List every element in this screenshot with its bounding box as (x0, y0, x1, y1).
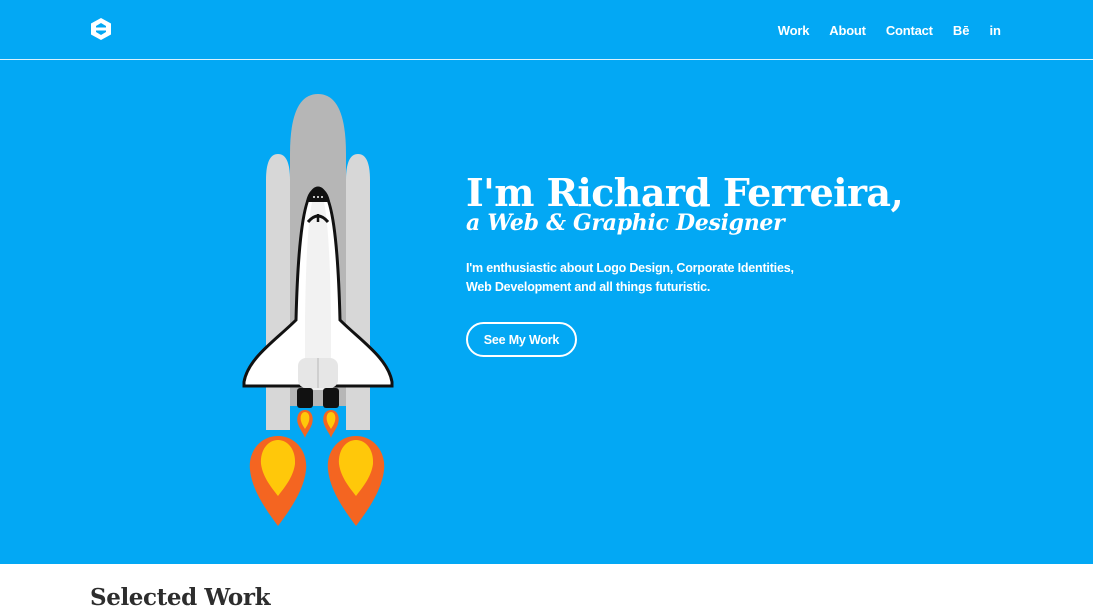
hero-subtitle: a Web & Graphic Designer (466, 210, 785, 236)
hero-description-line: Web Development and all things futuristi… (466, 280, 711, 294)
top-navbar: Work About Contact Bē in (0, 0, 1093, 60)
nav-link-contact[interactable]: Contact (886, 23, 933, 38)
nav-links: Work About Contact Bē in (778, 0, 1001, 60)
hero-section: I'm Richard Ferreira, a Web & Graphic De… (0, 60, 1093, 564)
hero-description: I'm enthusiastic about Logo Design, Corp… (466, 259, 806, 297)
hero-description-line: I'm enthusiastic about Logo Design, Corp… (466, 261, 794, 275)
selected-work-title: Selected Work (90, 584, 271, 611)
space-shuttle-icon (242, 94, 394, 526)
hexagon-logo-icon[interactable] (89, 17, 113, 41)
nav-link-about[interactable]: About (829, 23, 866, 38)
see-my-work-button[interactable]: See My Work (466, 322, 577, 357)
nav-link-work[interactable]: Work (778, 23, 810, 38)
behance-icon[interactable]: Bē (953, 23, 970, 38)
page: Work About Contact Bē in I'm Richard Fer… (0, 0, 1093, 614)
linkedin-icon[interactable]: in (989, 23, 1001, 38)
